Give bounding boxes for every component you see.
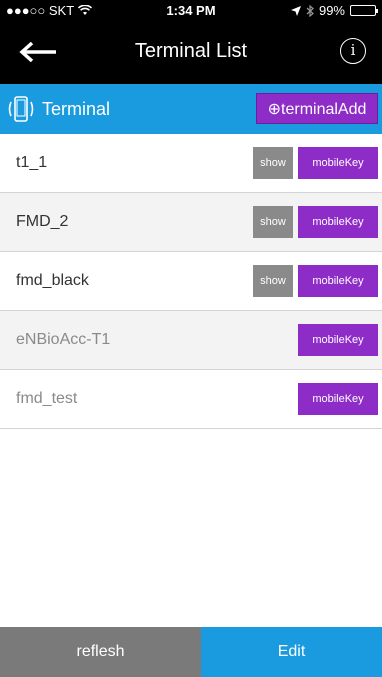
mobile-key-button[interactable]: mobileKey (298, 206, 378, 238)
terminal-name: t1_1 (16, 154, 48, 171)
show-button[interactable]: show (253, 147, 293, 179)
section-label: Terminal (42, 99, 111, 119)
terminal-name: eNBioAcc-T1 (16, 331, 111, 348)
edit-button[interactable]: Edit (201, 627, 382, 677)
mobile-vibrate-icon (8, 96, 34, 122)
terminal-name: FMD_2 (16, 213, 69, 230)
mobile-key-button[interactable]: mobileKey (298, 324, 378, 356)
terminal-section-header: Terminal ⊕terminalAdd (0, 84, 382, 134)
mobile-key-button[interactable]: mobileKey (298, 265, 378, 297)
navigation-bar: Terminal List i (0, 20, 382, 84)
mobile-key-button[interactable]: mobileKey (298, 147, 378, 179)
bottom-tab-bar: reflesh Edit (0, 627, 382, 677)
battery-percent: 99% (318, 3, 345, 18)
terminal-row[interactable]: t1_1 show mobileKey (0, 134, 382, 193)
terminal-row[interactable]: fmd_black show mobileKey (0, 252, 382, 311)
terminal-list: t1_1 show mobileKey FMD_2 show mobileKey fmd_b… (0, 134, 382, 429)
location-arrow-icon (290, 5, 301, 16)
terminal-row[interactable]: eNBioAcc-T1 mobileKey (0, 311, 382, 370)
refresh-button[interactable]: reflesh (0, 627, 201, 677)
bluetooth-icon (306, 4, 314, 17)
mobile-key-button[interactable]: mobileKey (298, 383, 378, 415)
battery-icon (350, 5, 378, 16)
terminal-row[interactable]: FMD_2 show mobileKey (0, 193, 382, 252)
terminal-add-button[interactable]: ⊕terminalAdd (256, 93, 378, 124)
status-right: 99% (290, 3, 378, 18)
info-icon[interactable]: i (340, 38, 366, 64)
terminal-name: fmd_black (16, 272, 89, 289)
terminal-name: fmd_test (16, 390, 78, 407)
status-bar: ●●●○○ SKT 1:34 PM 99% (0, 0, 382, 20)
show-button[interactable]: show (253, 206, 293, 238)
show-button[interactable]: show (253, 265, 293, 297)
terminal-row[interactable]: fmd_test mobileKey (0, 370, 382, 429)
page-title: Terminal List (134, 40, 248, 62)
